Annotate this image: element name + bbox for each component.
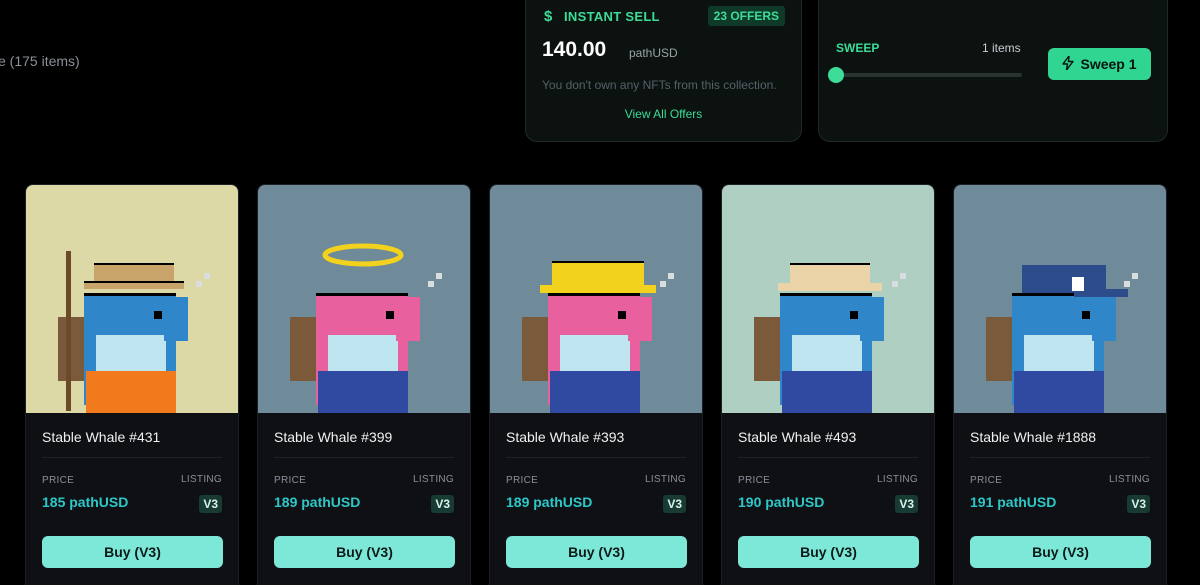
listing-version-badge: V3 [895,495,918,513]
offers-count-badge: 23 OFFERS [707,6,785,26]
nft-name[interactable]: Stable Whale #1888 [970,429,1096,445]
listing-version-badge: V3 [199,495,222,513]
card-divider [42,457,222,458]
instant-sell-title: $ INSTANT SELL [544,8,660,25]
sweep-button-label: Sweep 1 [1080,56,1137,72]
nft-name[interactable]: Stable Whale #393 [506,429,624,445]
price-value: 189 pathUSD [506,494,593,510]
card-divider [274,457,454,458]
price-value: 185 pathUSD [42,494,129,510]
card-divider [738,457,918,458]
sweep-title: SWEEP [836,41,880,55]
nft-image[interactable] [258,185,470,413]
sweep-item-count: 1 items [982,41,1021,55]
sweep-slider-track[interactable] [836,73,1022,77]
lightning-icon [1062,54,1075,73]
nft-card[interactable]: Stable Whale #431 PRICE LISTING 185 path… [25,184,239,585]
nft-card[interactable]: Stable Whale #399 PRICE LISTING 189 path… [257,184,471,585]
sweep-panel: SWEEP 1 items Sweep 1 [818,0,1168,142]
price-label: PRICE [506,475,539,486]
listing-label: LISTING [877,474,918,485]
whale-artwork [490,185,702,413]
buy-button[interactable]: Buy (V3) [738,536,919,568]
buy-button[interactable]: Buy (V3) [274,536,455,568]
price-value: 190 pathUSD [738,494,825,510]
price-value: 191 pathUSD [970,494,1057,510]
price-label: PRICE [738,475,771,486]
nft-image[interactable] [26,185,238,413]
listing-version-badge: V3 [663,495,686,513]
listing-label: LISTING [413,474,454,485]
collection-items-count: e (175 items) [0,53,80,69]
buy-button[interactable]: Buy (V3) [970,536,1151,568]
buy-button[interactable]: Buy (V3) [506,536,687,568]
instant-sell-note: You don't own any NFTs from this collect… [542,78,777,92]
nft-name[interactable]: Stable Whale #431 [42,429,160,445]
instant-sell-title-text: INSTANT SELL [564,9,660,24]
card-divider [506,457,686,458]
price-label: PRICE [970,475,1003,486]
instant-sell-price: 140.00 [542,38,607,61]
buy-button[interactable]: Buy (V3) [42,536,223,568]
listing-label: LISTING [645,474,686,485]
nft-card[interactable]: Stable Whale #1888 PRICE LISTING 191 pat… [953,184,1167,585]
nft-image[interactable] [490,185,702,413]
dollar-icon: $ [544,8,553,25]
sweep-button[interactable]: Sweep 1 [1048,48,1151,80]
listing-version-badge: V3 [1127,495,1150,513]
whale-artwork [954,185,1166,413]
nft-card[interactable]: Stable Whale #493 PRICE LISTING 190 path… [721,184,935,585]
price-label: PRICE [42,475,75,486]
instant-sell-panel: $ INSTANT SELL 23 OFFERS 140.00 pathUSD Y… [525,0,802,142]
whale-artwork [258,185,470,413]
nft-image[interactable] [954,185,1166,413]
nft-card[interactable]: Stable Whale #393 PRICE LISTING 189 path… [489,184,703,585]
sweep-slider-handle[interactable] [828,67,844,83]
listing-label: LISTING [181,474,222,485]
nft-name[interactable]: Stable Whale #493 [738,429,856,445]
nft-name[interactable]: Stable Whale #399 [274,429,392,445]
price-label: PRICE [274,475,307,486]
card-divider [970,457,1150,458]
instant-sell-unit: pathUSD [629,46,678,60]
nft-image[interactable] [722,185,934,413]
price-value: 189 pathUSD [274,494,361,510]
listing-label: LISTING [1109,474,1150,485]
listing-version-badge: V3 [431,495,454,513]
whale-artwork [26,185,238,413]
view-all-offers-link[interactable]: View All Offers [526,107,801,121]
whale-artwork [722,185,934,413]
